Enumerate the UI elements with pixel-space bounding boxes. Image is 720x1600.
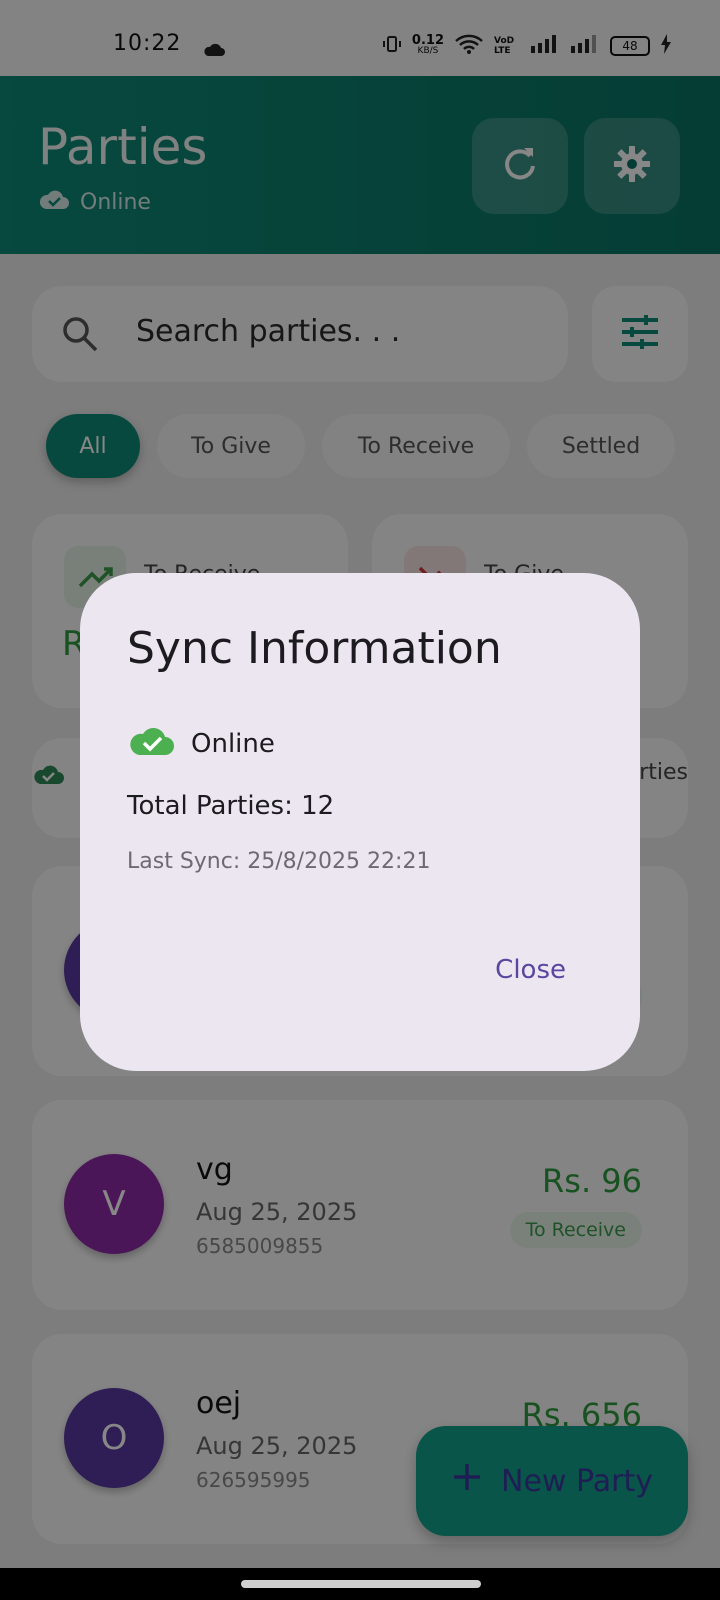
home-gesture-handle[interactable] [241, 1580, 481, 1588]
dialog-last-sync: Last Sync: 25/8/2025 22:21 [127, 849, 431, 874]
sync-info-dialog: Sync Information Online Total Parties: 1… [80, 573, 640, 1071]
dialog-total-parties: Total Parties: 12 [127, 791, 335, 821]
system-nav-bar [0, 1568, 720, 1600]
cloud-check-icon [127, 723, 177, 764]
close-button[interactable]: Close [495, 955, 566, 985]
dialog-title: Sync Information [127, 623, 502, 674]
dialog-status-label: Online [191, 728, 275, 759]
dialog-status: Online [127, 723, 275, 764]
